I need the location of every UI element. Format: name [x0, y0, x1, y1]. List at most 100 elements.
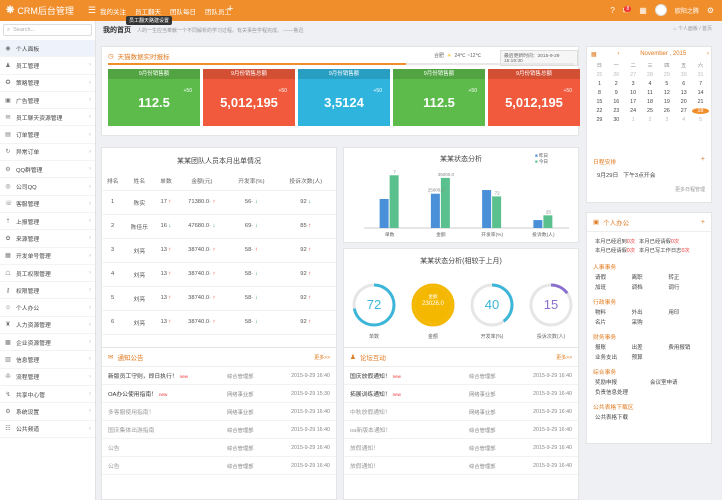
- office-link[interactable]: 业务支出: [595, 353, 632, 361]
- calendar-day[interactable]: 18: [642, 99, 659, 105]
- office-link[interactable]: 转正: [668, 273, 705, 281]
- calendar-day[interactable]: 7: [692, 81, 709, 87]
- sidebar-item[interactable]: ◉ 个人面板: [0, 40, 95, 58]
- list-item[interactable]: 拓展训练通知！ new 网络事业部 2015-9-29 16:40: [344, 385, 578, 403]
- sidebar-item[interactable]: ↻ 异常订单 ›: [0, 144, 95, 162]
- calendar-day[interactable]: 28: [692, 108, 709, 114]
- app-logo[interactable]: ❋ CRM后台管理: [6, 4, 74, 17]
- list-item[interactable]: OA办公使用指南！ new 网络事业部 2015-9-29 15:30: [102, 385, 336, 403]
- calendar-day[interactable]: 4: [675, 117, 692, 123]
- sidebar-item[interactable]: ✇ 流程管理 ›: [0, 369, 95, 386]
- calendar-day[interactable]: 1: [591, 81, 608, 87]
- calendar-day[interactable]: 9: [608, 90, 625, 96]
- calendar-day[interactable]: 28: [642, 72, 659, 78]
- office-link[interactable]: 负责信息处理: [595, 388, 650, 396]
- office-link[interactable]: 离职: [632, 273, 669, 281]
- calendar-day[interactable]: 30: [675, 72, 692, 78]
- calendar-day[interactable]: 21: [692, 99, 709, 105]
- office-link[interactable]: 奖励申报: [595, 378, 650, 386]
- calendar-day[interactable]: 24: [625, 108, 642, 114]
- sidebar-item[interactable]: ✿ 来源管理 ›: [0, 230, 95, 248]
- list-item[interactable]: oa新版本通知！ 综合管理部 2015-9-29 16:40: [344, 421, 578, 439]
- table-row[interactable]: 6 刘亮 13 ↑ 38740.0- ↑ 58- ↓ 92 ↑: [102, 310, 336, 335]
- calendar-day[interactable]: 15: [591, 99, 608, 105]
- kpi-card[interactable]: 9月份销售额 +50 112.5: [393, 69, 485, 126]
- list-item[interactable]: 新版员工守则，即日执行！ new 综合管理部 2015-9-29 16:40: [102, 367, 336, 385]
- calendar-day[interactable]: 12: [658, 90, 675, 96]
- sidebar-item[interactable]: ⚙ QQ群管理 ›: [0, 161, 95, 179]
- calendar-day[interactable]: 13: [675, 90, 692, 96]
- search-input[interactable]: Search...: [13, 27, 35, 33]
- calendar-day[interactable]: 8: [591, 90, 608, 96]
- list-item[interactable]: 国庆放假通知！ new 综合管理部 2015-9-29 16:40: [344, 367, 578, 385]
- calendar-day[interactable]: 2: [608, 81, 625, 87]
- user-name[interactable]: 欧阳之腾: [675, 6, 699, 15]
- calendar-day[interactable]: 4: [642, 81, 659, 87]
- list-item[interactable]: 公告 综合管理部 2015-9-29 16:40: [102, 457, 336, 475]
- sidebar-item[interactable]: ☷ 公共频道 ›: [0, 421, 95, 438]
- list-item[interactable]: 公告 综合管理部 2015-9-29 16:40: [102, 439, 336, 457]
- sidebar-item[interactable]: ⇡ 上报管理 ›: [0, 213, 95, 231]
- calendar-day[interactable]: 29: [591, 117, 608, 123]
- office-link[interactable]: 名片: [595, 318, 632, 326]
- sidebar-item[interactable]: ↯ 共享中心管 ›: [0, 386, 95, 404]
- office-link[interactable]: 报账: [595, 343, 632, 351]
- office-add-icon[interactable]: +: [701, 219, 705, 226]
- calendar-day[interactable]: 14: [692, 90, 709, 96]
- kpi-card[interactable]: 9月份销售额 +50 112.5: [108, 69, 200, 126]
- add-icon[interactable]: +: [227, 3, 233, 15]
- sidebar-item[interactable]: ☺ 个人办公 ›: [0, 299, 95, 317]
- office-link[interactable]: 预算: [632, 353, 669, 361]
- office-link[interactable]: 会议室申请: [650, 378, 705, 386]
- breadcrumb[interactable]: ⌂ 个人面板 / 首页: [673, 25, 712, 32]
- calendar-day[interactable]: 25: [591, 72, 608, 78]
- sidebar-item[interactable]: ▩ 企业资源管理 ›: [0, 334, 95, 352]
- table-row[interactable]: 1 陈实 17 ↑ 71380.0- ↑ 56- ↓ 92 ↓: [102, 190, 336, 215]
- table-row[interactable]: 2 陈佳乐 16 ↓ 47680.0- ↓ 69- ↓ 85 ↑: [102, 214, 336, 239]
- sidebar-item[interactable]: ▥ 信息管理 ›: [0, 351, 95, 369]
- search-box[interactable]: ⌕ Search...: [3, 24, 92, 36]
- sidebar-item[interactable]: ▣ 广告管理 ›: [0, 92, 95, 110]
- calendar-day[interactable]: 25: [642, 108, 659, 114]
- sidebar-item[interactable]: ▤ 订单管理 ›: [0, 126, 95, 144]
- calendar-day[interactable]: 26: [658, 108, 675, 114]
- calendar-day[interactable]: 26: [608, 72, 625, 78]
- calendar-day[interactable]: 29: [658, 72, 675, 78]
- table-row[interactable]: 5 刘亮 13 ↑ 38740.0- ↑ 58- ↓ 92 ↑: [102, 286, 336, 311]
- form-download-link[interactable]: 公共表格下载: [587, 413, 711, 421]
- kpi-card[interactable]: 9月份销售总额 +50 5,012,195: [488, 69, 580, 126]
- calendar-day[interactable]: 16: [608, 99, 625, 105]
- forum-more-link[interactable]: 更多>>: [556, 354, 572, 361]
- sidebar-item[interactable]: ✪ 策略管理 ›: [0, 75, 95, 92]
- calendar-day[interactable]: 3: [658, 117, 675, 123]
- sidebar-item[interactable]: ☏ 客服管理 ›: [0, 196, 95, 213]
- calendar-day[interactable]: 6: [675, 81, 692, 87]
- table-row[interactable]: 3 刘亮 13 ↑ 38740.0- ↑ 58- ↑ 92 ↑: [102, 238, 336, 263]
- topnav-item[interactable]: 员工翻天: [135, 6, 161, 16]
- mail-icon[interactable]: ✉8: [623, 5, 632, 15]
- avatar[interactable]: [654, 4, 667, 16]
- office-link[interactable]: 出差: [632, 343, 669, 351]
- office-link[interactable]: 费用报销: [668, 343, 705, 351]
- help-icon[interactable]: ?: [610, 6, 614, 15]
- table-row[interactable]: 4 刘亮 13 ↑ 38740.0- ↑ 58- ↓ 92 ↑: [102, 262, 336, 287]
- office-link[interactable]: 请假: [595, 273, 632, 281]
- calendar-day[interactable]: 30: [608, 117, 625, 123]
- sidebar-item[interactable]: ♟ 员工管理 ›: [0, 57, 95, 75]
- calendar-day[interactable]: 10: [625, 90, 642, 96]
- schedule-more-link[interactable]: 更多日程管理: [675, 186, 705, 193]
- calendar-day[interactable]: 27: [675, 108, 692, 114]
- calendar-day[interactable]: 3: [625, 81, 642, 87]
- calendar-day[interactable]: 31: [692, 72, 709, 78]
- list-item[interactable]: 中秋放假通知！ 网络事业部 2015-9-29 16:40: [344, 403, 578, 421]
- calendar-day[interactable]: 27: [625, 72, 642, 78]
- office-link[interactable]: 用印: [668, 308, 705, 316]
- calendar-day[interactable]: 23: [608, 108, 625, 114]
- office-link[interactable]: 调档: [632, 283, 669, 291]
- sidebar-item[interactable]: ☖ 员工权限管理 ›: [0, 265, 95, 283]
- office-link[interactable]: 加班: [595, 283, 632, 291]
- prev-month-icon[interactable]: ‹: [617, 51, 619, 58]
- calendar-day[interactable]: 11: [642, 90, 659, 96]
- add-schedule-icon[interactable]: +: [701, 156, 705, 163]
- sidebar-item[interactable]: ✉ 员工聊天资源管理 ›: [0, 109, 95, 127]
